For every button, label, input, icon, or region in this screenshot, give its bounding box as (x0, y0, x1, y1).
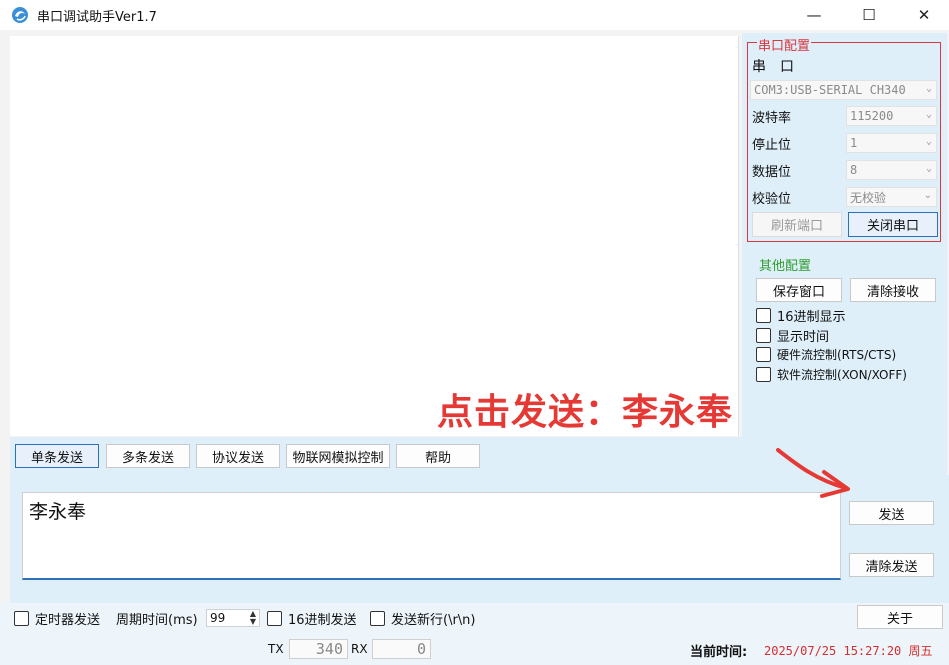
tab-single-send[interactable]: 单条发送 (15, 444, 99, 468)
hex-display-checkbox[interactable]: 16进制显示 (756, 306, 846, 325)
newline-send-label: 发送新行(\r\n) (391, 613, 476, 628)
app-logo-icon (11, 6, 29, 24)
refresh-ports-button[interactable]: 刷新端口 (752, 212, 842, 237)
other-config-title: 其他配置 (758, 255, 813, 274)
checkbox-icon (756, 308, 771, 323)
tab-help[interactable]: 帮助 (396, 444, 480, 468)
baud-select-value: 115200 (850, 109, 894, 123)
serial-config-title: 串口配置 (757, 35, 812, 54)
newline-send-checkbox[interactable]: 发送新行(\r\n) (370, 609, 476, 628)
tab-iot-control[interactable]: 物联网模拟控制 (286, 444, 390, 468)
checkbox-icon (267, 611, 282, 626)
rx-label: RX (351, 642, 368, 656)
checkbox-icon (756, 367, 771, 382)
data-bits-label: 数据位 (752, 165, 792, 180)
annotation-text: 点击发送：李永奉 (437, 392, 734, 433)
parity-select[interactable]: 无校验 ⌄ (846, 187, 937, 207)
hw-flow-checkbox[interactable]: 硬件流控制(RTS/CTS) (756, 346, 896, 363)
receive-textarea[interactable] (10, 36, 739, 436)
hex-display-label: 16进制显示 (777, 310, 846, 325)
period-value: 99 (210, 611, 226, 625)
tx-counter: 340 (289, 639, 348, 659)
about-button[interactable]: 关于 (857, 605, 943, 629)
port-select[interactable]: COM3:USB-SERIAL CH340 ⌄ (750, 80, 937, 100)
period-label: 周期时间(ms) (116, 613, 198, 628)
send-button[interactable]: 发送 (849, 501, 934, 525)
checkbox-icon (370, 611, 385, 626)
close-button[interactable]: ✕ (901, 0, 947, 30)
data-bits-value: 8 (850, 163, 858, 177)
clear-send-button[interactable]: 清除发送 (849, 553, 934, 577)
tab-protocol-send[interactable]: 协议发送 (196, 444, 280, 468)
chevron-down-icon: ⌄ (925, 109, 932, 120)
close-port-button[interactable]: 关闭串口 (848, 212, 938, 237)
stop-bits-label: 停止位 (752, 138, 792, 153)
show-time-label: 显示时间 (777, 330, 830, 345)
tab-multi-send[interactable]: 多条发送 (106, 444, 190, 468)
sw-flow-checkbox[interactable]: 软件流控制(XON/XOFF) (756, 366, 907, 383)
sw-flow-label: 软件流控制(XON/XOFF) (777, 368, 907, 382)
stop-bits-value: 1 (850, 136, 858, 150)
hex-send-checkbox[interactable]: 16进制发送 (267, 609, 357, 628)
chevron-down-icon: ⌄ (925, 83, 932, 94)
data-bits-select[interactable]: 8 ⌄ (846, 160, 937, 180)
rx-counter: 0 (372, 639, 431, 659)
timer-send-checkbox[interactable]: 定时器发送 (14, 609, 100, 628)
timer-send-label: 定时器发送 (35, 613, 101, 628)
checkbox-icon (756, 347, 771, 362)
stop-bits-select[interactable]: 1 ⌄ (846, 133, 937, 153)
minimize-button[interactable]: — (791, 0, 837, 30)
show-time-checkbox[interactable]: 显示时间 (756, 326, 829, 345)
spin-arrows-icon[interactable]: ▲ ▼ (250, 610, 256, 626)
hw-flow-label: 硬件流控制(RTS/CTS) (777, 348, 897, 362)
chevron-down-icon: ⌄ (923, 190, 932, 201)
parity-value: 无校验 (850, 190, 887, 205)
baud-label: 波特率 (752, 111, 792, 126)
maximize-button[interactable]: ☐ (846, 0, 892, 30)
window-title: 串口调试助手Ver1.7 (37, 10, 157, 25)
port-select-value: COM3:USB-SERIAL CH340 (754, 83, 906, 97)
chevron-down-icon: ⌄ (925, 163, 932, 174)
checkbox-icon (14, 611, 29, 626)
parity-label: 校验位 (752, 192, 792, 207)
send-textarea[interactable]: 李永奉 (22, 492, 841, 580)
chevron-down-icon: ⌄ (925, 136, 932, 147)
current-time-label: 当前时间: (690, 645, 748, 660)
current-time-value: 2025/07/25 15:27:20 周五 (764, 644, 933, 658)
annotation-arrow-icon (776, 448, 850, 498)
clear-receive-button[interactable]: 清除接收 (850, 278, 936, 302)
hex-send-label: 16进制发送 (288, 613, 357, 628)
period-spinbox[interactable]: 99 ▲ ▼ (206, 609, 260, 627)
save-window-button[interactable]: 保存窗口 (756, 278, 842, 302)
port-label: 串 口 (752, 59, 794, 75)
baud-select[interactable]: 115200 ⌄ (846, 106, 937, 126)
checkbox-icon (756, 328, 771, 343)
tx-label: TX (268, 642, 284, 656)
